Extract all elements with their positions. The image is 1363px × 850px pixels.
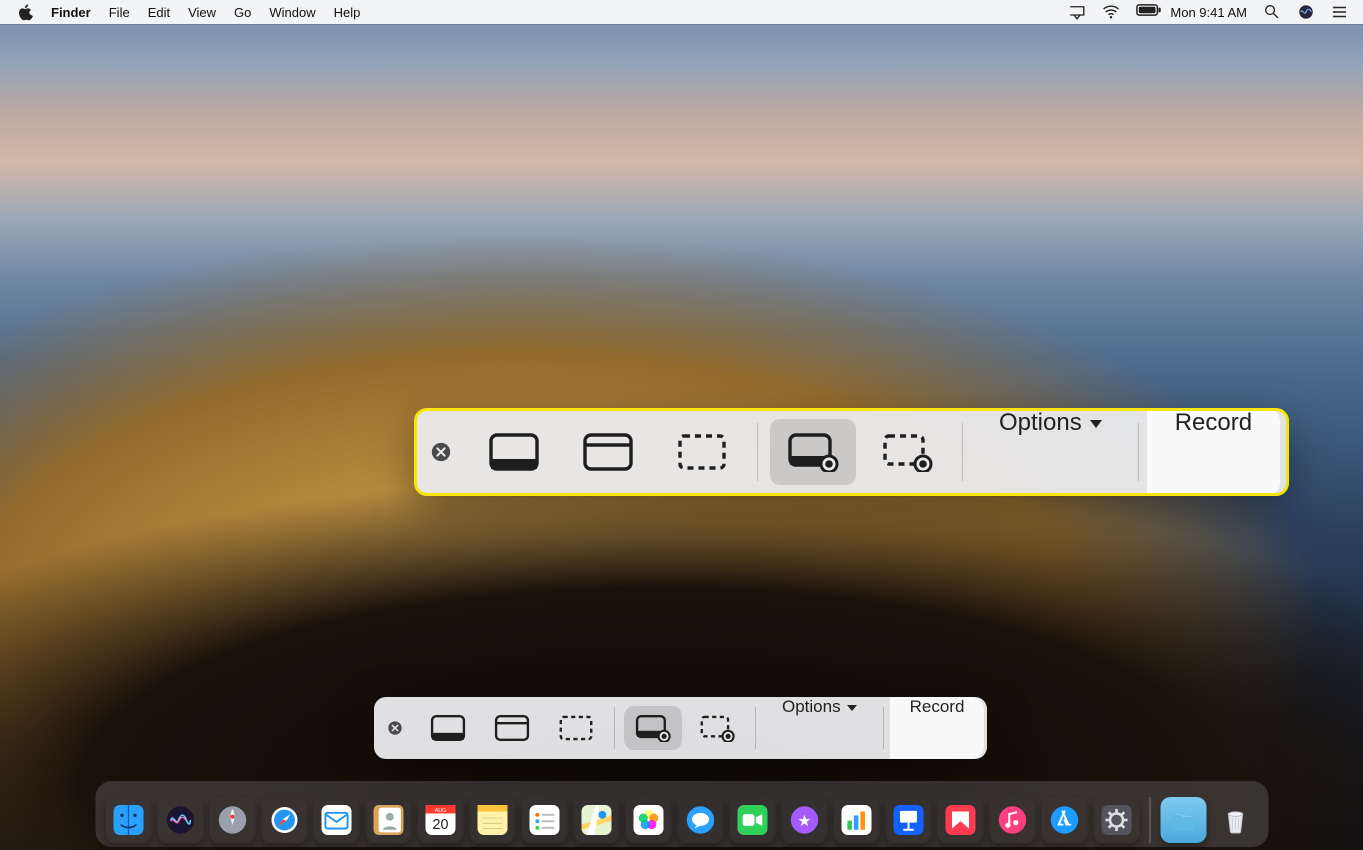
menu-item-help[interactable]: Help bbox=[334, 5, 361, 20]
dock-app-itunes-store[interactable]: ★ bbox=[781, 797, 827, 843]
capture-mode-group bbox=[416, 697, 608, 759]
dock-app-numbers-or-stocks[interactable] bbox=[833, 797, 879, 843]
record-mode-group bbox=[766, 409, 954, 495]
capture-selection-button[interactable] bbox=[659, 419, 745, 485]
menu-bar: Finder File Edit View Go Window Help Mon… bbox=[0, 0, 1363, 24]
dock-app-keynote[interactable] bbox=[885, 797, 931, 843]
spotlight-icon[interactable] bbox=[1263, 3, 1281, 21]
dock-app-facetime[interactable] bbox=[729, 797, 775, 843]
dock-app-app-store[interactable] bbox=[1041, 797, 1087, 843]
notification-center-icon[interactable] bbox=[1331, 3, 1349, 21]
svg-text:★: ★ bbox=[797, 813, 811, 830]
menu-item-view[interactable]: View bbox=[188, 5, 216, 20]
capture-window-icon bbox=[494, 714, 530, 742]
record-button[interactable]: Record bbox=[890, 697, 985, 759]
close-icon bbox=[430, 441, 452, 463]
airplay-icon[interactable] bbox=[1068, 3, 1086, 21]
capture-window-button[interactable] bbox=[565, 419, 651, 485]
capture-entire-screen-button[interactable] bbox=[419, 706, 477, 750]
record-button-label: Record bbox=[910, 697, 965, 716]
siri-icon[interactable] bbox=[1297, 3, 1315, 21]
record-mode-group bbox=[621, 697, 749, 759]
svg-text:AUG: AUG bbox=[434, 808, 445, 814]
close-button[interactable] bbox=[374, 697, 416, 759]
toolbar-divider bbox=[1138, 423, 1139, 481]
options-label: Options bbox=[782, 697, 841, 716]
record-entire-screen-button[interactable] bbox=[624, 706, 682, 750]
menu-item-edit[interactable]: Edit bbox=[148, 5, 170, 20]
menu-item-go[interactable]: Go bbox=[234, 5, 251, 20]
toolbar-divider bbox=[757, 423, 758, 481]
capture-selection-button[interactable] bbox=[547, 706, 605, 750]
record-entire-screen-button[interactable] bbox=[770, 419, 856, 485]
dock-app-system-preferences[interactable] bbox=[1093, 797, 1139, 843]
toolbar-divider bbox=[883, 707, 884, 749]
dock-app-messages[interactable] bbox=[677, 797, 723, 843]
dock-app-launchpad[interactable] bbox=[209, 797, 255, 843]
menu-bar-clock[interactable]: Mon 9:41 AM bbox=[1170, 5, 1247, 20]
dock-app-reminders[interactable] bbox=[521, 797, 567, 843]
capture-selection-icon bbox=[558, 714, 594, 742]
dock-app-photos[interactable] bbox=[625, 797, 671, 843]
screenshot-toolbar: Options Record bbox=[374, 697, 987, 759]
dock-app-maps[interactable] bbox=[573, 797, 619, 843]
capture-selection-icon bbox=[676, 432, 728, 472]
capture-window-button[interactable] bbox=[483, 706, 541, 750]
record-entire-screen-icon bbox=[635, 714, 671, 742]
options-dropdown[interactable]: Options bbox=[762, 697, 877, 759]
active-app-name[interactable]: Finder bbox=[51, 5, 91, 20]
record-selection-icon bbox=[881, 432, 933, 472]
record-selection-button[interactable] bbox=[688, 706, 746, 750]
record-selection-icon bbox=[699, 714, 735, 742]
dock-app-siri[interactable] bbox=[157, 797, 203, 843]
dock-app-notes[interactable] bbox=[469, 797, 515, 843]
battery-icon[interactable] bbox=[1136, 3, 1154, 21]
record-selection-button[interactable] bbox=[864, 419, 950, 485]
dock-app-finder[interactable] bbox=[105, 797, 151, 843]
menu-item-window[interactable]: Window bbox=[269, 5, 315, 20]
dock-app-music[interactable] bbox=[989, 797, 1035, 843]
dock-app-mail[interactable] bbox=[313, 797, 359, 843]
dock: AUG 20 ★ bbox=[95, 781, 1268, 847]
options-dropdown[interactable]: Options bbox=[971, 409, 1130, 495]
capture-entire-screen-icon bbox=[430, 714, 466, 742]
close-button[interactable] bbox=[415, 409, 467, 495]
capture-window-icon bbox=[582, 432, 634, 472]
svg-text:20: 20 bbox=[432, 817, 448, 833]
toolbar-divider bbox=[755, 707, 756, 749]
capture-mode-group bbox=[467, 409, 749, 495]
record-button[interactable]: Record bbox=[1147, 409, 1280, 495]
dock-downloads-folder[interactable] bbox=[1160, 797, 1206, 843]
wifi-icon[interactable] bbox=[1102, 3, 1120, 21]
menu-item-file[interactable]: File bbox=[109, 5, 130, 20]
capture-entire-screen-icon bbox=[488, 432, 540, 472]
close-icon bbox=[387, 720, 403, 736]
toolbar-divider bbox=[614, 707, 615, 749]
record-button-label: Record bbox=[1175, 409, 1252, 436]
dock-app-calendar[interactable]: AUG 20 bbox=[417, 797, 463, 843]
toolbar-divider bbox=[962, 423, 963, 481]
capture-entire-screen-button[interactable] bbox=[471, 419, 557, 485]
dock-app-contacts[interactable] bbox=[365, 797, 411, 843]
dock-app-safari[interactable] bbox=[261, 797, 307, 843]
record-entire-screen-icon bbox=[787, 432, 839, 472]
apple-menu-icon[interactable] bbox=[18, 4, 33, 21]
screenshot-toolbar-callout: Options Record bbox=[415, 409, 1288, 495]
dock-app-news[interactable] bbox=[937, 797, 983, 843]
dock-separator bbox=[1149, 797, 1150, 843]
dock-trash[interactable] bbox=[1212, 797, 1258, 843]
options-label: Options bbox=[999, 409, 1082, 436]
